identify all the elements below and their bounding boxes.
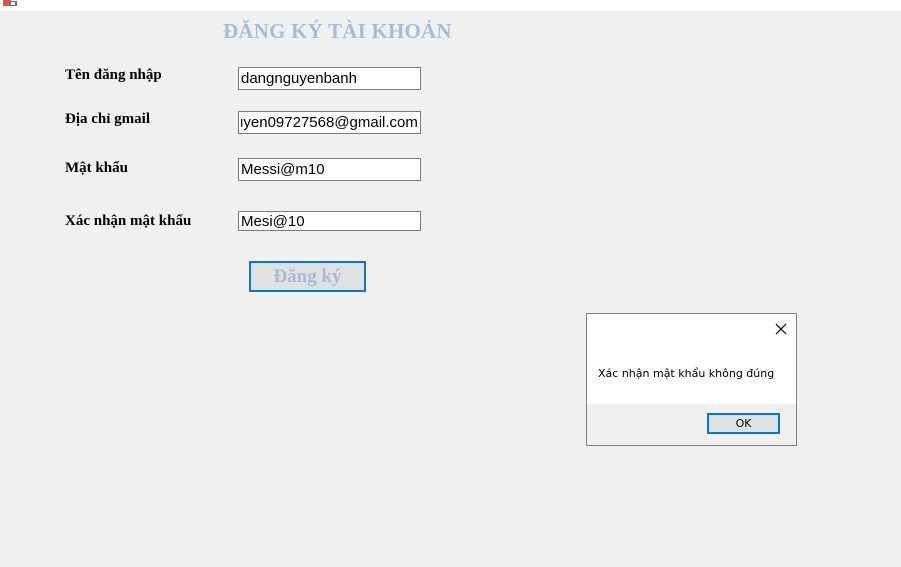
confirm-password-input[interactable] [238,211,421,231]
username-label: Tên đăng nhập [65,67,162,83]
form-title: ĐĂNG KÝ TÀI KHOẢN [223,19,452,43]
window-titlebar [0,0,901,11]
ok-button[interactable]: OK [707,413,780,434]
dialog-message: Xác nhận mật khẩu không đúng [598,367,775,380]
confirm-password-label: Xác nhận mật khẩu [65,213,192,229]
register-button[interactable]: Đăng ký [249,261,366,292]
email-label: Địa chỉ gmail [65,111,150,127]
password-label: Mật khẩu [65,160,128,176]
close-icon[interactable] [771,320,791,338]
username-input[interactable] [238,67,421,90]
dialog-content-area [587,314,796,404]
password-input[interactable] [238,158,421,181]
app-icon [3,0,17,6]
email-input[interactable] [238,111,421,134]
message-dialog: Xác nhận mật khẩu không đúng OK [586,313,797,446]
